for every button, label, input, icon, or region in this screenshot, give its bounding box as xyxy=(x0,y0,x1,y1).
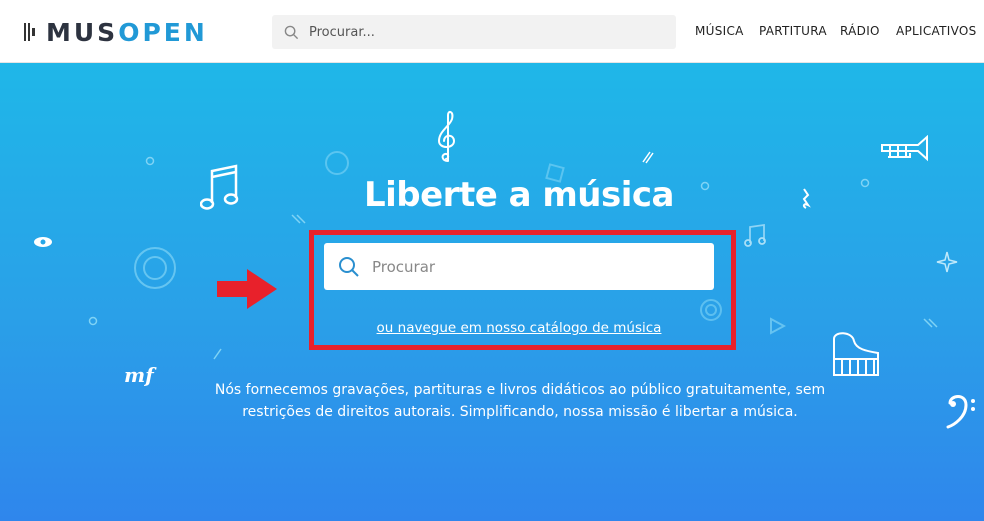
hero-section: mf Liberte a música Procurar ou navegue … xyxy=(0,63,984,521)
eye-icon xyxy=(34,237,52,247)
vinyl-record-icon xyxy=(134,247,176,289)
slash-mark-icon xyxy=(923,318,938,328)
sparkle-icon xyxy=(936,251,958,273)
dot-icon xyxy=(145,156,155,166)
red-arrow-icon xyxy=(217,269,277,309)
slash-mark-icon xyxy=(213,348,222,360)
logo-mark-icon xyxy=(24,21,38,43)
hero-title: Liberte a música xyxy=(363,175,675,215)
slash-mark-icon xyxy=(291,214,306,224)
nav-radio[interactable]: RÁDIO xyxy=(840,24,880,38)
play-triangle-icon xyxy=(770,317,786,335)
logo-text-open: OPEN xyxy=(118,17,208,47)
nav-aplicativos[interactable]: APLICATIVOS xyxy=(896,24,977,38)
hero-search-input[interactable] xyxy=(370,256,694,277)
mission-description: Nós fornecemos gravações, partituras e l… xyxy=(214,382,826,420)
bass-clef-icon xyxy=(946,395,975,429)
nav-partitura[interactable]: PARTITURA xyxy=(759,24,827,38)
header-search-input[interactable] xyxy=(307,23,651,41)
dot-icon xyxy=(88,316,98,326)
piano-icon xyxy=(833,332,879,376)
browse-catalog-link[interactable]: ou navegue em nosso catálogo de música xyxy=(309,320,729,336)
musopen-logo[interactable]: MUSOPEN xyxy=(24,17,208,47)
trumpet-icon xyxy=(881,135,928,162)
search-icon xyxy=(284,25,299,39)
top-navigation-bar: MUSOPEN MÚSICA PARTITURA RÁDIO APLICATIV… xyxy=(0,0,984,63)
treble-clef-icon xyxy=(437,110,456,162)
slash-mark-icon xyxy=(642,151,654,164)
logo-text-mus: MUS xyxy=(46,17,119,47)
search-icon xyxy=(339,256,359,277)
nav-musica[interactable]: MÚSICA xyxy=(695,24,744,38)
header-search-box[interactable] xyxy=(272,15,676,49)
mezzo-forte-mark: mf xyxy=(124,363,154,387)
hero-search-box[interactable] xyxy=(324,243,714,290)
small-music-note-icon xyxy=(744,223,766,247)
circle-outline-icon xyxy=(325,151,349,175)
